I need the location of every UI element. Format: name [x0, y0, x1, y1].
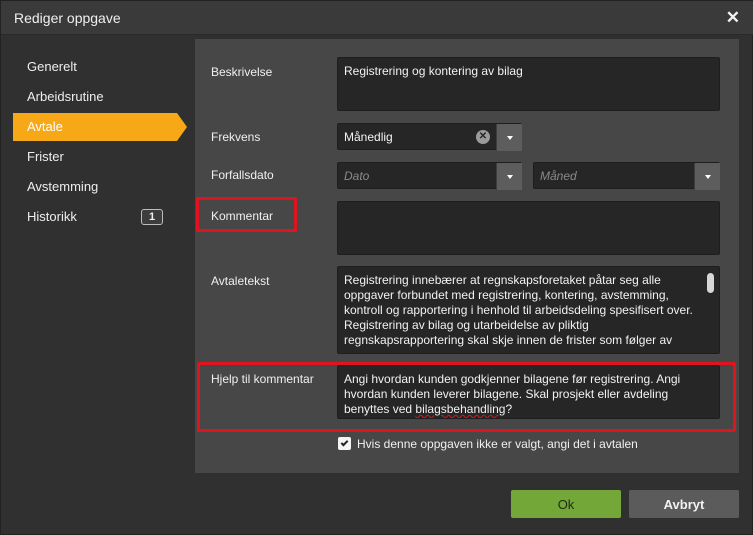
hjelp-text-part: ? [505, 402, 513, 416]
forfallsdato-day-select[interactable]: Dato [337, 162, 522, 190]
chevron-down-icon[interactable] [496, 163, 522, 190]
avtale-panel: Beskrivelse Registrering og kontering av… [195, 39, 739, 473]
avtaletekst-label: Avtaletekst [211, 274, 270, 288]
month-placeholder: Måned [540, 169, 577, 183]
sidebar-item-avstemming[interactable]: Avstemming [13, 173, 177, 201]
frekvens-label: Frekvens [211, 130, 261, 144]
sidebar-item-label: Avtale [27, 119, 63, 134]
checkmark-icon [340, 438, 349, 446]
beskrivelse-label: Beskrivelse [211, 65, 273, 79]
sidebar-item-label: Arbeidsrutine [27, 89, 104, 104]
hjelp-text-misspelled: bilagsbehandling [415, 402, 506, 416]
sidebar-item-generelt[interactable]: Generelt [13, 53, 177, 81]
chevron-down-icon[interactable] [496, 124, 522, 151]
kommentar-label: Kommentar [211, 209, 274, 223]
frekvens-select[interactable]: Månedlig ✕ [337, 123, 522, 151]
sidebar-item-label: Avstemming [27, 179, 99, 194]
avtaletekst-textarea[interactable]: Registrering innebærer at regnskapsforet… [337, 266, 720, 354]
avtale-checkbox-label: Hvis denne oppgaven ikke er valgt, angi … [357, 437, 638, 451]
sidebar-item-historikk[interactable]: Historikk 1 [13, 203, 177, 231]
dialog-titlebar: Rediger oppgave ✕ [1, 1, 753, 35]
avtaletekst-scrollbar[interactable] [707, 273, 714, 293]
close-icon[interactable]: ✕ [726, 8, 740, 28]
sidebar-item-label: Generelt [27, 59, 77, 74]
sidebar-item-label: Historikk [27, 209, 77, 224]
avtale-checkbox[interactable] [338, 437, 351, 450]
dialog-title: Rediger oppgave [14, 10, 121, 26]
chevron-down-icon[interactable] [694, 163, 720, 190]
frekvens-value: Månedlig [344, 130, 393, 144]
kommentar-textarea[interactable] [337, 201, 720, 255]
ok-button[interactable]: Ok [511, 490, 621, 518]
sidebar-item-label: Frister [27, 149, 64, 164]
edit-task-dialog: Rediger oppgave ✕ Generelt Arbeidsrutine… [0, 0, 753, 535]
forfallsdato-month-select[interactable]: Måned [533, 162, 720, 190]
sidebar-item-arbeidsrutine[interactable]: Arbeidsrutine [13, 83, 177, 111]
sidebar: Generelt Arbeidsrutine Avtale Frister Av… [1, 35, 195, 475]
clear-icon[interactable]: ✕ [476, 130, 490, 144]
cancel-button[interactable]: Avbryt [629, 490, 739, 518]
hjelp-label: Hjelp til kommentar [211, 372, 314, 386]
avtaletekst-text: Registrering innebærer at regnskapsforet… [344, 273, 693, 347]
day-placeholder: Dato [344, 169, 370, 183]
history-count-badge: 1 [141, 209, 163, 225]
sidebar-item-avtale[interactable]: Avtale [13, 113, 187, 141]
forfallsdato-label: Forfallsdato [211, 168, 274, 182]
hjelp-text: Angi hvordan kunden godkjenner bilagene … [337, 365, 720, 419]
sidebar-item-frister[interactable]: Frister [13, 143, 177, 171]
beskrivelse-textarea[interactable]: Registrering og kontering av bilag [337, 57, 720, 111]
